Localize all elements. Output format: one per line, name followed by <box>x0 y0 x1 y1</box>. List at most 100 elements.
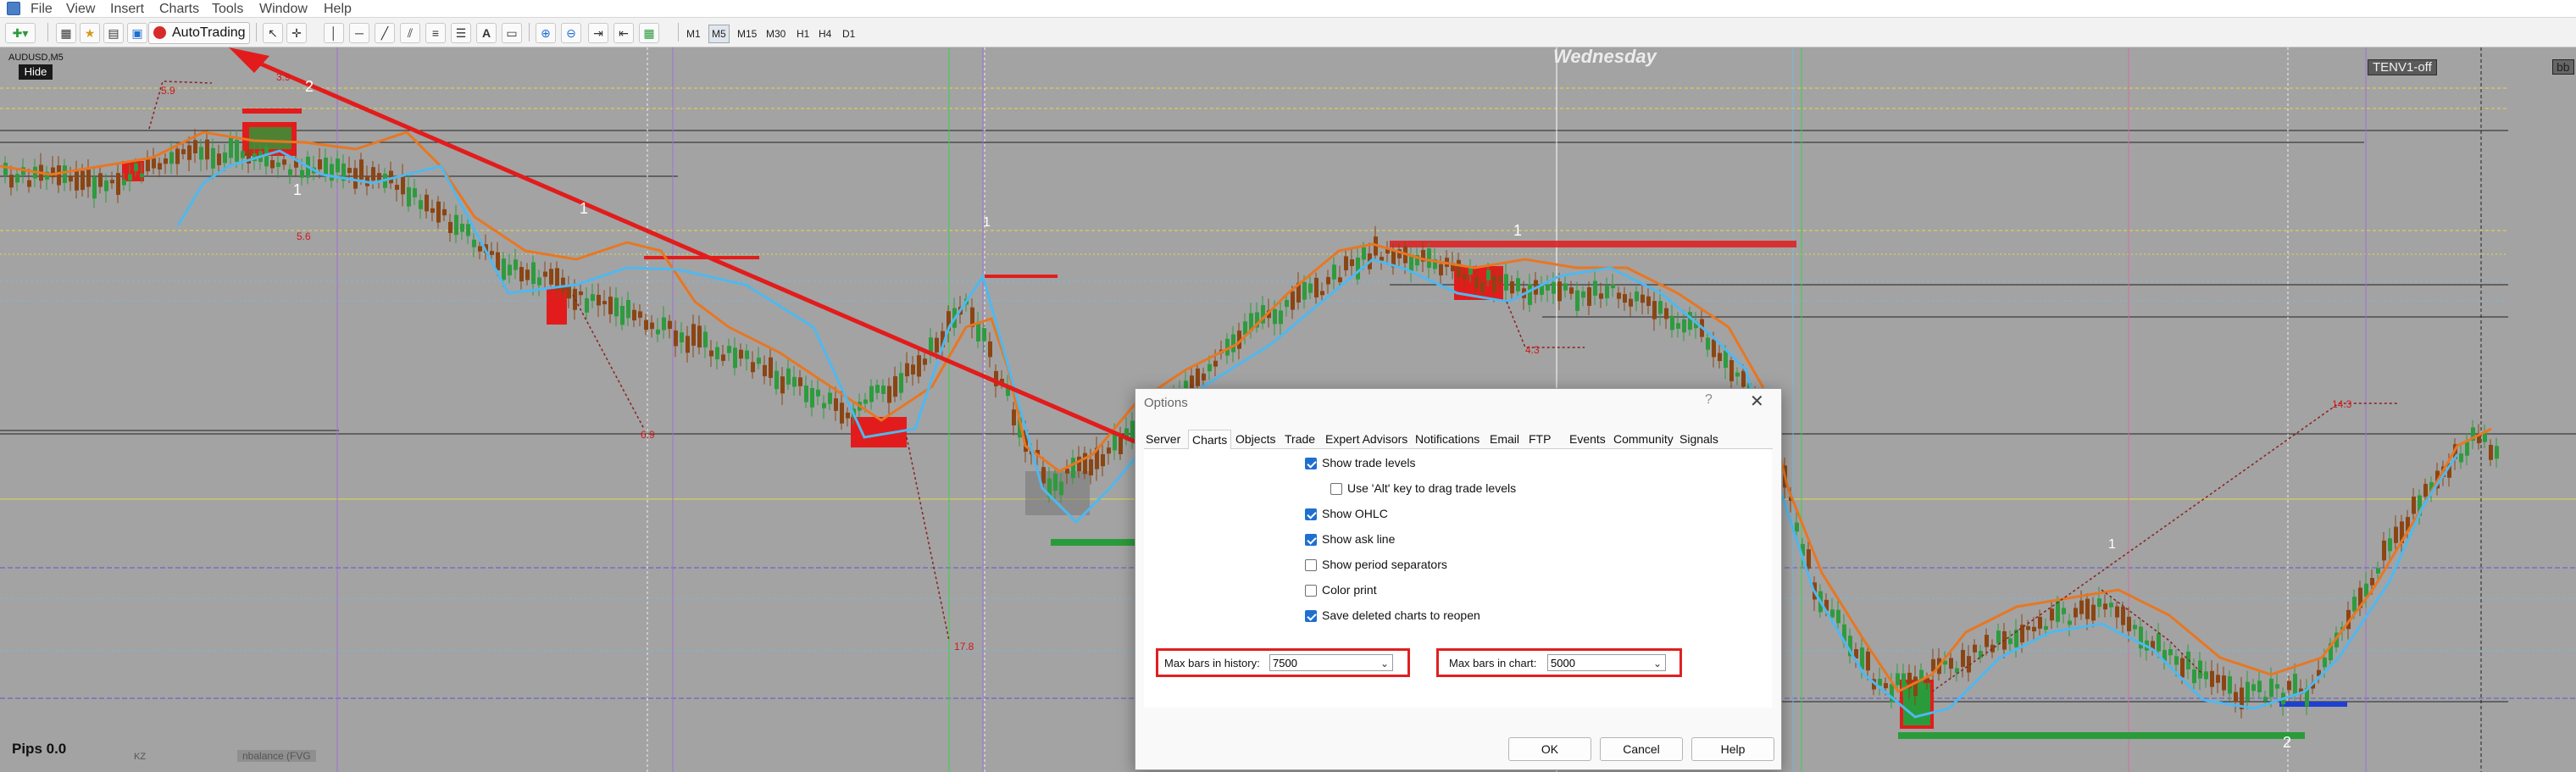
zoom-out-icon[interactable]: ⊖ <box>561 23 581 43</box>
fibonacci-icon[interactable]: ☰ <box>451 23 471 43</box>
candle-body <box>478 246 482 252</box>
option-checkbox[interactable] <box>1305 458 1317 469</box>
candle-body <box>1314 277 1319 297</box>
timeframe-d1[interactable]: D1 <box>839 25 858 43</box>
candle-body <box>2376 568 2380 574</box>
tab-charts[interactable]: Charts <box>1188 430 1232 450</box>
text-icon[interactable]: A <box>476 23 497 43</box>
timeframe-h1[interactable]: H1 <box>793 25 813 43</box>
option-checkbox[interactable] <box>1305 559 1317 571</box>
new-chart-icon[interactable]: ✚▾ <box>5 23 36 43</box>
tab-ftp[interactable]: FTP <box>1529 430 1551 448</box>
tile-windows-icon[interactable]: ▦ <box>639 23 659 43</box>
option-checkbox[interactable] <box>1305 534 1317 546</box>
cursor-icon[interactable]: ↖ <box>263 23 283 43</box>
option-checkbox[interactable] <box>1305 585 1317 597</box>
tab-community[interactable]: Community <box>1613 430 1674 448</box>
tab-trade[interactable]: Trade <box>1285 430 1315 448</box>
help-icon[interactable]: ? <box>1705 392 1713 408</box>
candle-body <box>2091 604 2096 621</box>
vertical-line-icon[interactable]: │ <box>324 23 344 43</box>
horizontal-line-icon[interactable]: ─ <box>349 23 369 43</box>
label-icon[interactable]: ▭ <box>502 23 522 43</box>
max-bars-chart-select[interactable]: 5000 ⌄ <box>1547 654 1666 671</box>
candle-body <box>75 169 79 191</box>
candle-body <box>608 297 613 314</box>
candle-body <box>982 328 986 342</box>
annotation-label: 1 <box>1513 222 1523 239</box>
help-button[interactable]: Help <box>1691 737 1774 761</box>
timeframe-m30[interactable]: M30 <box>763 25 789 43</box>
timeframe-h4[interactable]: H4 <box>815 25 835 43</box>
app-icon <box>7 2 20 15</box>
candle-body <box>116 173 120 195</box>
timeframe-m15[interactable]: M15 <box>734 25 760 43</box>
ok-button[interactable]: OK <box>1508 737 1591 761</box>
gann-icon[interactable]: ≡ <box>425 23 446 43</box>
fvg-label: nbalance (FVG <box>237 750 316 762</box>
close-icon[interactable]: ✕ <box>1750 391 1764 412</box>
candle-body <box>430 208 435 214</box>
strategy-tester-icon[interactable]: ▣ <box>127 23 147 43</box>
candle-body <box>2257 680 2262 692</box>
tab-signals[interactable]: Signals <box>1679 430 1718 448</box>
hide-button[interactable]: Hide <box>19 64 53 80</box>
menu-window[interactable]: Window <box>259 2 308 17</box>
candle-body <box>840 403 844 424</box>
timeframe-m5[interactable]: M5 <box>708 25 730 43</box>
menu-tools[interactable]: Tools <box>212 2 243 17</box>
chart-shift-icon[interactable]: ⇥ <box>588 23 608 43</box>
autotrading-button[interactable]: AutoTrading <box>148 22 250 44</box>
candle-body <box>2210 670 2214 687</box>
channel-icon[interactable]: ⫽ <box>400 23 420 43</box>
crosshair-icon[interactable]: ✛ <box>286 23 307 43</box>
tab-notifications[interactable]: Notifications <box>1415 430 1480 448</box>
trendline-icon[interactable]: ╱ <box>375 23 395 43</box>
annotation-label: 3.9 <box>276 71 291 83</box>
candle-body <box>282 159 286 165</box>
candle-body <box>2412 496 2416 514</box>
autoscroll-icon[interactable]: ⇤ <box>613 23 634 43</box>
navigator-icon[interactable]: ★ <box>80 23 100 43</box>
timeframe-m1[interactable]: M1 <box>683 25 704 43</box>
candle-body <box>2109 603 2113 608</box>
option-checkbox[interactable] <box>1305 610 1317 622</box>
candle-body <box>63 165 67 183</box>
candle-body <box>834 398 838 411</box>
candle-body <box>644 319 648 330</box>
cancel-button[interactable]: Cancel <box>1600 737 1683 761</box>
tab-events[interactable]: Events <box>1569 430 1606 448</box>
candle-body <box>1729 360 1734 381</box>
menu-charts[interactable]: Charts <box>159 2 199 17</box>
menu-file[interactable]: File <box>31 2 53 17</box>
candle-body <box>1332 264 1336 280</box>
candle-body <box>1587 287 1591 306</box>
autotrading-label: AutoTrading <box>172 25 246 40</box>
candle-body <box>715 347 719 359</box>
terminal-icon[interactable]: ▤ <box>103 23 124 43</box>
candle-body <box>2293 674 2297 695</box>
candle-body <box>140 173 144 178</box>
tab-email[interactable]: Email <box>1490 430 1519 448</box>
zoom-in-icon[interactable]: ⊕ <box>536 23 556 43</box>
menu-help[interactable]: Help <box>324 2 352 17</box>
option-checkbox[interactable] <box>1305 508 1317 520</box>
tab-objects[interactable]: Objects <box>1235 430 1275 448</box>
menu-view[interactable]: View <box>66 2 95 17</box>
candle-body <box>1273 308 1277 325</box>
candle-body <box>668 320 672 330</box>
max-bars-history-select[interactable]: 7500 ⌄ <box>1269 654 1393 671</box>
pips-counter: Pips 0.0 <box>12 741 67 757</box>
candle-body <box>2068 620 2072 625</box>
candle-body <box>1599 293 1603 299</box>
candle-body <box>1077 456 1081 472</box>
candle-body <box>2251 684 2256 691</box>
candle-body <box>175 148 180 164</box>
candle-body <box>602 301 607 305</box>
option-checkbox[interactable] <box>1330 483 1342 495</box>
candle-body <box>413 188 417 197</box>
tab-expert-advisors[interactable]: Expert Advisors <box>1325 430 1407 448</box>
market-watch-icon[interactable]: ▦ <box>56 23 76 43</box>
menu-insert[interactable]: Insert <box>110 2 144 17</box>
tab-server[interactable]: Server <box>1146 430 1180 448</box>
